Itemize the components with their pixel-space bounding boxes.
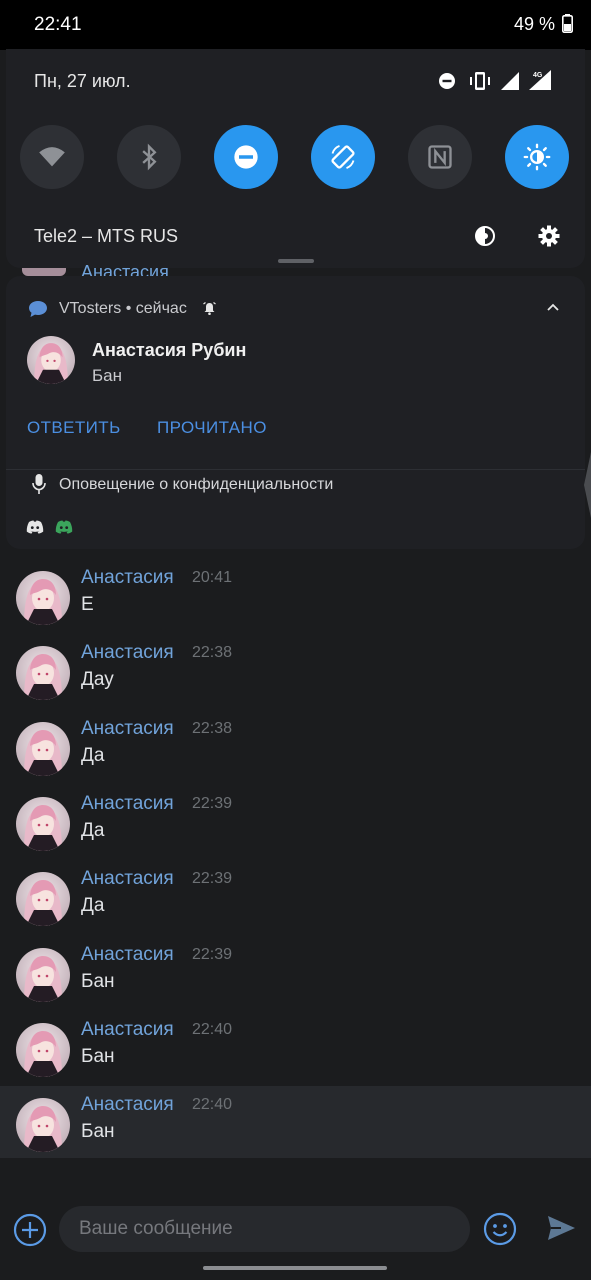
- message-input[interactable]: [59, 1206, 470, 1252]
- auto-rotate-tile[interactable]: [311, 125, 375, 189]
- auto-rotate-icon: [331, 145, 355, 169]
- vibrate-icon: [470, 72, 490, 90]
- sender-avatar: [27, 336, 75, 384]
- theme-toggle-icon[interactable]: [473, 224, 497, 248]
- sender-name[interactable]: Анастасия: [81, 793, 174, 815]
- message-time: 22:39: [192, 870, 233, 888]
- message-row[interactable]: Анастасия 22:39 Бан: [0, 936, 591, 1008]
- avatar[interactable]: [16, 571, 70, 625]
- message-row[interactable]: Анастасия 22:40 Бан: [0, 1011, 591, 1083]
- message-time: 20:41: [192, 569, 233, 586]
- nfc-tile[interactable]: [408, 125, 472, 189]
- alarm-bell-icon: [203, 302, 216, 315]
- message-time: 22:38: [192, 719, 233, 737]
- wifi-tile[interactable]: [20, 125, 84, 189]
- sender-name[interactable]: Анастасия: [81, 868, 174, 890]
- add-attachment-icon[interactable]: [13, 1213, 47, 1247]
- sender-name[interactable]: Анастасия: [81, 642, 174, 664]
- sender-name[interactable]: Анастасия: [81, 944, 174, 966]
- svg-text:4G: 4G: [533, 72, 543, 79]
- battery-percent: 49 %: [513, 14, 555, 34]
- divider: [6, 469, 585, 470]
- message-row[interactable]: Анастасия 22:40 Бан: [0, 1086, 591, 1159]
- do-not-disturb-icon: [234, 145, 258, 169]
- peek-sender-name: Анастасия: [81, 262, 169, 276]
- edge-panel-handle[interactable]: [584, 452, 591, 518]
- wifi-icon: [39, 147, 65, 167]
- gesture-navigation-bar[interactable]: [203, 1266, 387, 1270]
- message-row[interactable]: Анастасия 20:41 Е: [0, 559, 591, 631]
- reply-button[interactable]: ОТВЕТИТЬ: [27, 418, 121, 438]
- message-text: Да: [81, 819, 105, 841]
- drag-handle[interactable]: [278, 259, 314, 263]
- notification-sender: Анастасия Рубин: [92, 340, 247, 360]
- battery-icon: [562, 14, 573, 33]
- discord-green-icon: [55, 520, 73, 534]
- avatar[interactable]: [16, 646, 70, 701]
- mark-read-button[interactable]: ПРОЧИТАНО: [157, 418, 267, 438]
- signal-icon: [501, 72, 519, 90]
- message-text: Бан: [81, 970, 115, 992]
- message-text: Да: [81, 744, 105, 766]
- notification-app-name: VTosters: [59, 300, 122, 317]
- emoji-icon[interactable]: [483, 1212, 517, 1246]
- notification-time: • сейчас: [125, 300, 187, 317]
- avatar[interactable]: [16, 1022, 70, 1077]
- do-not-disturb-tile[interactable]: [214, 125, 278, 189]
- message-row[interactable]: Анастасия 22:39 Да: [0, 860, 591, 932]
- microphone-icon: [32, 474, 46, 494]
- message-text: Дау: [81, 669, 114, 691]
- bluetooth-icon: [142, 143, 157, 171]
- message-text: Бан: [81, 1045, 115, 1067]
- carrier-label: Tele2 – MTS RUS: [34, 226, 179, 246]
- message-text: Бан: [81, 1121, 115, 1143]
- avatar[interactable]: [16, 947, 70, 1002]
- message-time: 22:38: [192, 644, 233, 662]
- privacy-alert[interactable]: Оповещение о конфиденциальности: [59, 476, 333, 494]
- send-icon[interactable]: [545, 1212, 577, 1244]
- avatar[interactable]: [16, 796, 70, 851]
- message-composer: [0, 1200, 591, 1258]
- qs-date: Пн, 27 июл.: [34, 71, 131, 91]
- status-time: 22:41: [34, 14, 82, 35]
- status-icons: 4G: [439, 70, 551, 90]
- dnd-status-icon: [439, 73, 455, 89]
- message-time: 22:40: [192, 1020, 233, 1038]
- avatar: [22, 268, 66, 276]
- sender-name[interactable]: Анастасия: [81, 567, 174, 589]
- night-light-tile[interactable]: [505, 125, 569, 189]
- bluetooth-tile[interactable]: [117, 125, 181, 189]
- message-text: Да: [81, 895, 105, 917]
- chat-bubble-icon: [29, 301, 47, 317]
- message-row[interactable]: Анастасия 22:38 Да: [0, 710, 591, 782]
- sender-name[interactable]: Анастасия: [81, 1094, 174, 1116]
- sender-name[interactable]: Анастасия: [81, 718, 174, 740]
- avatar[interactable]: [16, 721, 70, 776]
- message-time: 22:39: [192, 794, 233, 812]
- message-time: 22:39: [192, 945, 233, 963]
- notification-text: Бан: [92, 366, 122, 385]
- avatar[interactable]: [16, 1098, 70, 1153]
- status-bar: 22:41 49 %: [0, 0, 591, 50]
- night-light-icon: [523, 143, 551, 171]
- collapse-chevron-icon[interactable]: [546, 302, 560, 314]
- settings-gear-icon[interactable]: [537, 224, 561, 248]
- message-text: Е: [81, 594, 94, 615]
- discord-icon: [26, 520, 44, 534]
- message-row[interactable]: Анастасия 22:39 Да: [0, 785, 591, 857]
- sender-name[interactable]: Анастасия: [81, 1019, 174, 1041]
- avatar[interactable]: [16, 872, 70, 927]
- message-time: 22:40: [192, 1096, 233, 1114]
- quick-settings-panel: Пн, 27 июл. 4G Tele2 – MTS RUS: [6, 49, 585, 268]
- notification-card[interactable]: VTosters • сейчас Анастасия Рубин Бан ОТ…: [6, 276, 585, 549]
- message-row[interactable]: Анастасия 22:38 Дау: [0, 634, 591, 706]
- nfc-icon: [428, 145, 452, 169]
